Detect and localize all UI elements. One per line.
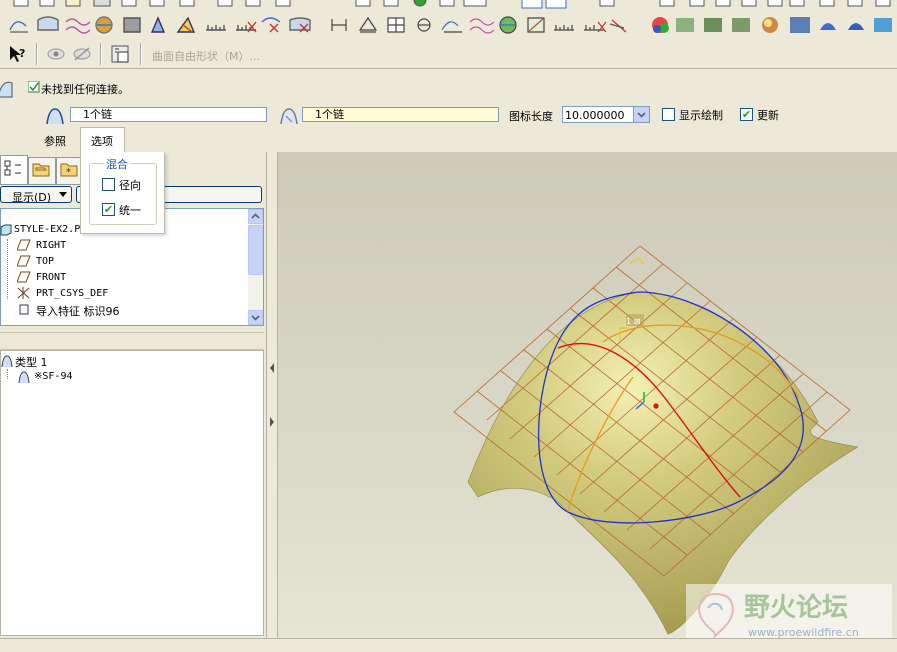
- show-button-label: 显示(D): [12, 191, 52, 204]
- svg-text:*: *: [66, 167, 71, 178]
- update-checkbox[interactable]: ✔: [740, 108, 753, 121]
- icon-length-label: 图标长度: [509, 110, 553, 123]
- style-type-icon: [1, 355, 13, 368]
- toolbar-separator: [100, 43, 102, 65]
- model-tree-scrollbar[interactable]: [248, 209, 263, 325]
- datum-plane-icon: [17, 271, 31, 283]
- blend-group-title: 混合: [104, 156, 130, 172]
- tree-row[interactable]: RIGHT: [7, 237, 247, 253]
- part-icon: [0, 224, 12, 236]
- tab-options[interactable]: 选项: [80, 127, 125, 153]
- toolbar-separator: [36, 43, 38, 65]
- model-view[interactable]: 1 ⊠: [278, 152, 897, 638]
- scroll-thumb[interactable]: [248, 225, 263, 275]
- tree-row[interactable]: FRONT: [7, 269, 247, 285]
- toolbar-row-2-icons[interactable]: [0, 10, 897, 40]
- svg-text:1 ⊠: 1 ⊠: [626, 317, 640, 326]
- radial-checkbox[interactable]: [102, 178, 115, 191]
- toolbar-separator: [140, 43, 142, 65]
- hide-icon[interactable]: [72, 46, 92, 62]
- navigator-sash[interactable]: [266, 152, 278, 638]
- tab-references[interactable]: 参照: [44, 133, 66, 149]
- grid-label-tag: [629, 257, 645, 265]
- primary-chain-collector[interactable]: 1个链: [70, 107, 267, 122]
- update-label: 更新: [757, 109, 779, 122]
- watermark: 野火论坛 www.proewildfire.cn: [686, 584, 892, 646]
- chevron-down-icon[interactable]: [633, 107, 649, 122]
- panel-splitter[interactable]: [0, 332, 264, 350]
- graphics-viewport[interactable]: 1 ⊠: [278, 152, 897, 638]
- csys-icon: [17, 287, 30, 299]
- tree-row[interactable]: ※SF-94: [7, 369, 247, 385]
- uniform-label: 统一: [119, 204, 141, 217]
- toolbar-area: ? 曲面自由形状（M）...: [0, 0, 897, 69]
- secondary-chain-icon[interactable]: [278, 106, 300, 126]
- chevron-down-icon: [59, 192, 67, 197]
- toolbar-row-3: ? 曲面自由形状（M）...: [0, 40, 897, 68]
- scroll-up-icon[interactable]: [248, 209, 263, 224]
- freeform-surface[interactable]: [467, 291, 859, 635]
- show-icon[interactable]: [46, 46, 66, 62]
- tree-row[interactable]: 导入特征 标识96: [7, 301, 247, 318]
- tab-model-tree[interactable]: [0, 155, 28, 185]
- svg-text:?: ?: [19, 47, 25, 60]
- watermark-title: 野火论坛: [744, 593, 849, 623]
- select-help-icon[interactable]: ?: [6, 44, 28, 64]
- free-form-menu-item[interactable]: 曲面自由形状（M）...: [152, 48, 260, 64]
- import-feature-icon: [19, 304, 29, 315]
- toolbar-row-2: [0, 10, 897, 38]
- datum-plane-icon: [17, 239, 31, 251]
- datum-plane-icon: [17, 255, 31, 267]
- tab-options-label: 选项: [91, 135, 113, 148]
- status-message: 未找到任何连接。: [41, 83, 129, 96]
- tree-row[interactable]: 类型 1: [0, 353, 240, 369]
- options-flyout: 混合 径向 ✔ 统一: [80, 152, 165, 234]
- show-draw-label: 显示绘制: [679, 109, 723, 122]
- primary-chain-icon[interactable]: [44, 106, 66, 126]
- secondary-chain-collector[interactable]: 1个链: [302, 107, 499, 122]
- tab-folder-browser[interactable]: [28, 157, 56, 185]
- status-info-icon: [28, 81, 40, 93]
- icon-length-combobox[interactable]: 10.000000: [562, 106, 650, 123]
- style-surface-icon: [18, 371, 30, 384]
- tree-row[interactable]: TOP: [7, 253, 247, 269]
- uniform-checkbox[interactable]: ✔: [102, 203, 115, 216]
- show-draw-checkbox[interactable]: [662, 108, 675, 121]
- watermark-logo-icon: [698, 592, 734, 639]
- radial-label: 径向: [119, 179, 141, 192]
- show-dropdown-button[interactable]: 显示(D): [0, 186, 72, 204]
- style-dashboard: 未找到任何连接。 1个链 1个链 图标长度 10.000000 显示绘制 ✔ 更…: [0, 69, 897, 153]
- tree-row[interactable]: PRT_CSYS_DEF: [7, 285, 247, 301]
- status-strip: [0, 638, 897, 652]
- collapse-left-icon[interactable]: [269, 362, 276, 374]
- curve-dashboard-icon: [0, 81, 13, 98]
- expand-right-icon[interactable]: [269, 416, 276, 428]
- style-tree-icon[interactable]: [110, 44, 132, 64]
- scroll-down-icon[interactable]: [248, 310, 263, 325]
- icon-length-value: 10.000000: [565, 109, 625, 122]
- style-tree: 类型 1 ※SF-94: [0, 350, 264, 636]
